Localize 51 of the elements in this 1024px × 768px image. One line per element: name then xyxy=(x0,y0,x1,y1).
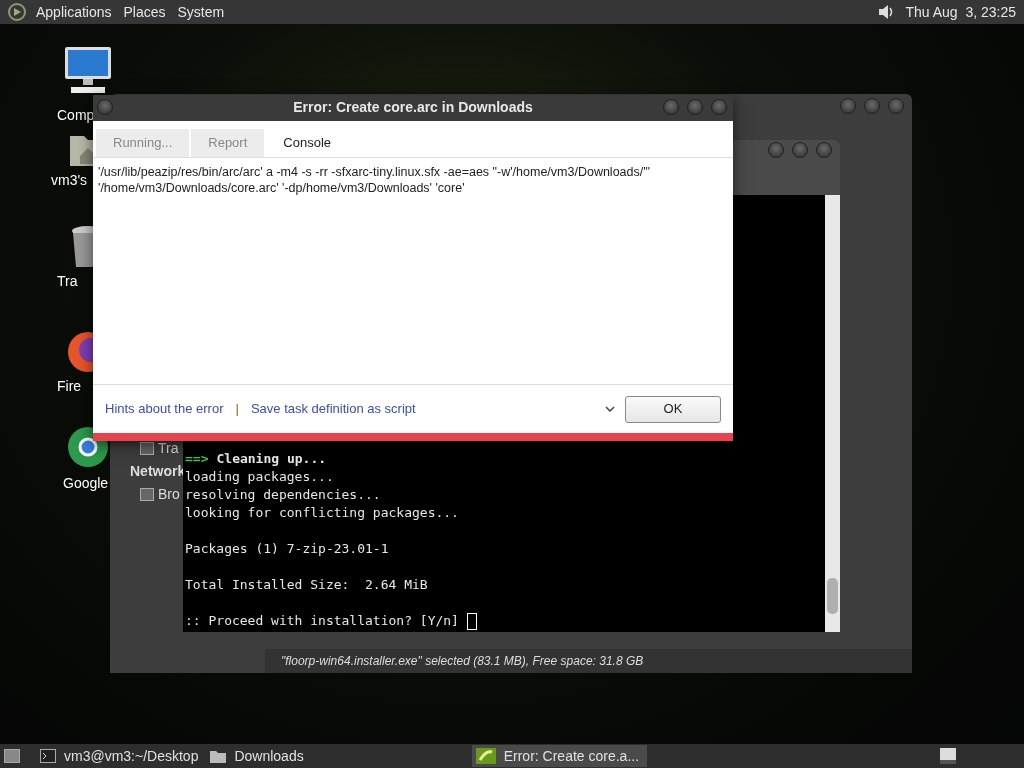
desktop-icon-label[interactable]: Tra xyxy=(57,271,78,292)
chevron-down-icon[interactable] xyxy=(605,406,615,413)
terminal-line: Packages (1) 7-zip-23.01-1 xyxy=(185,540,389,558)
minimize-button[interactable] xyxy=(768,142,784,158)
cursor-block xyxy=(466,612,477,630)
taskbar-button[interactable]: Error: Create core.a... xyxy=(471,745,648,767)
close-button[interactable] xyxy=(711,99,727,115)
clock[interactable]: Thu Aug 3, 23:25 xyxy=(905,1,1016,23)
ok-button[interactable]: OK xyxy=(625,395,721,423)
terminal-prefix: ==> xyxy=(185,450,209,468)
close-button[interactable] xyxy=(888,98,904,114)
save-script-link[interactable]: Save task definition as script xyxy=(250,399,416,419)
menu-item[interactable]: System xyxy=(175,1,227,23)
minimize-button[interactable] xyxy=(663,99,679,115)
sidebar-item[interactable]: Tra xyxy=(158,438,179,459)
maximize-button[interactable] xyxy=(864,98,880,114)
desktop-icon-label[interactable]: Fire xyxy=(57,376,82,397)
app-icon xyxy=(475,748,496,764)
close-button[interactable] xyxy=(816,142,832,158)
taskbar-button[interactable]: vm3@vm3:~/Desktop xyxy=(36,745,207,767)
minimize-button[interactable] xyxy=(840,98,856,114)
terminal-line: resolving dependencies... xyxy=(185,486,381,504)
logo-icon[interactable] xyxy=(8,3,26,21)
terminal-line: Total Installed Size: 2.64 MiB xyxy=(185,576,428,594)
terminal-line: Cleaning up... xyxy=(216,450,327,468)
window-title: Error: Create core.arc in Downloads xyxy=(293,98,533,118)
hints-link[interactable]: Hints about the error xyxy=(105,399,224,419)
show-desktop-icon[interactable] xyxy=(4,749,20,763)
terminal-line: looking for conflicting packages... xyxy=(185,504,459,522)
console-text: '/usr/lib/peazip/res/bin/arc/arc' a -m4 -s -rr -sfxarc-tiny.linux.sfx -ae=aes "-w'/home/vm3/Downloads/'" '/home/vm3/Downloads/core.arc' '-dp/home/vm3/Downloads' 'core' xyxy=(97,163,652,197)
taskbar-button[interactable]: Downloads xyxy=(206,745,312,767)
maximize-button[interactable] xyxy=(792,142,808,158)
sidebar-heading: Network xyxy=(130,462,186,481)
menu-item[interactable]: Places xyxy=(121,1,168,23)
status-bar: "floorp-win64.installer.exe" selected (83.1 MB), Free space: 31.8 GB xyxy=(265,649,912,673)
folder-icon xyxy=(210,749,227,763)
desktop-icon-label[interactable]: vm3's xyxy=(51,170,88,191)
desktop-icon-label[interactable]: Comp xyxy=(57,105,95,126)
sidebar-item[interactable]: Bro xyxy=(158,484,180,505)
link-separator: | xyxy=(235,400,239,419)
workspace-icon[interactable] xyxy=(940,748,956,764)
terminal-icon xyxy=(40,749,56,763)
scrollbar[interactable] xyxy=(825,195,840,632)
terminal-line: loading packages... xyxy=(185,468,334,486)
desktop-icon-label[interactable]: Google xyxy=(63,473,109,494)
sidebar-item-icon[interactable] xyxy=(140,442,154,455)
window-menu-button[interactable] xyxy=(97,99,113,115)
maximize-button[interactable] xyxy=(687,99,703,115)
sidebar-item-icon[interactable] xyxy=(140,488,154,501)
menu-item[interactable]: Applications xyxy=(34,1,114,23)
terminal-line: :: Proceed with installation? [Y/n] xyxy=(185,612,459,630)
